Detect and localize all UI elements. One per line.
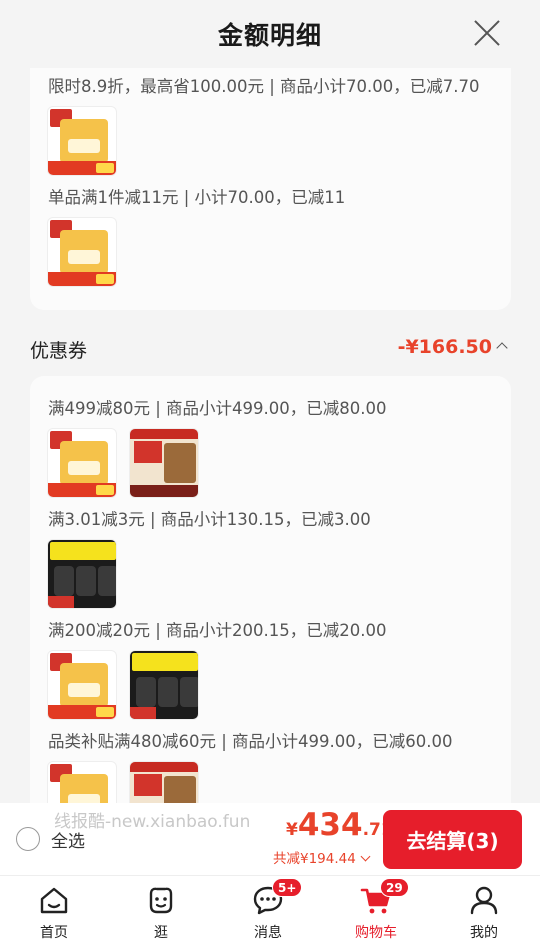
product-thumbnail-chips[interactable] <box>47 428 117 498</box>
tab-messages-label: 消息 <box>254 925 282 941</box>
product-thumbnail-chips[interactable] <box>47 217 117 287</box>
coupon-section-amount[interactable]: -¥166.50 <box>397 336 508 358</box>
tab-cart-label: 购物车 <box>355 925 397 941</box>
select-all-checkbox[interactable] <box>16 827 40 851</box>
product-thumbnail-gold[interactable] <box>47 539 117 609</box>
tab-home[interactable]: 首页 <box>14 876 94 948</box>
product-thumbnail-chips[interactable] <box>47 106 117 176</box>
coupon-rule: 满499减80元 | 商品小计499.00，已减80.00 <box>48 399 387 418</box>
total-price-integer: 434 <box>297 807 363 843</box>
tab-browse-label: 逛 <box>154 925 168 941</box>
coupon-rule: 品类补贴满480减60元 | 商品小计499.00，已减60.00 <box>48 732 453 751</box>
tab-browse[interactable]: 逛 <box>121 876 201 948</box>
cart-badge: 29 <box>380 878 409 897</box>
tab-profile-label: 我的 <box>470 925 498 941</box>
total-price: ¥434.71 <box>286 807 393 843</box>
chevron-down-icon <box>360 851 371 862</box>
close-icon[interactable] <box>472 18 502 48</box>
checkout-bar: 线报酷-new.xianbao.fun 全选 ¥434.71 共减¥194.44… <box>0 803 540 875</box>
select-all-label[interactable]: 全选 <box>51 827 85 852</box>
page-header: 金额明细 <box>0 0 540 68</box>
total-saved[interactable]: 共减¥194.44 <box>273 847 371 867</box>
tab-profile[interactable]: 我的 <box>444 876 524 948</box>
checkout-button[interactable]: 去结算(3) <box>383 810 522 869</box>
profile-icon <box>470 886 498 915</box>
browse-icon <box>149 887 173 914</box>
product-thumbnail-rice[interactable] <box>129 428 199 498</box>
total-saved-text: 共减¥194.44 <box>273 851 356 867</box>
tab-messages[interactable]: 5+ 消息 <box>228 876 308 948</box>
page-title: 金额明细 <box>217 21 322 50</box>
currency-symbol: ¥ <box>286 820 298 840</box>
coupon-rule: 满200减20元 | 商品小计200.15，已减20.00 <box>48 621 387 640</box>
discount-rule: 限时8.9折，最高省100.00元 | 商品小计70.00，已减7.70 <box>48 77 480 96</box>
chevron-up-icon <box>496 342 508 354</box>
product-thumbnail-chips[interactable] <box>47 650 117 720</box>
discount-rule: 单品满1件减11元 | 小计70.00，已减11 <box>48 188 346 207</box>
coupon-section-title: 优惠券 <box>30 340 88 362</box>
product-thumbnail-gold[interactable] <box>129 650 199 720</box>
tab-cart[interactable]: 29 购物车 <box>336 876 416 948</box>
bottom-tab-bar: 首页 逛 5+ 消息 29 购物车 我的 <box>0 875 540 948</box>
home-icon <box>40 887 68 914</box>
coupon-rule: 满3.01减3元 | 商品小计130.15，已减3.00 <box>48 510 371 529</box>
tab-home-label: 首页 <box>40 925 68 941</box>
message-badge: 5+ <box>272 878 303 897</box>
coupon-amount-value: -¥166.50 <box>397 336 492 358</box>
